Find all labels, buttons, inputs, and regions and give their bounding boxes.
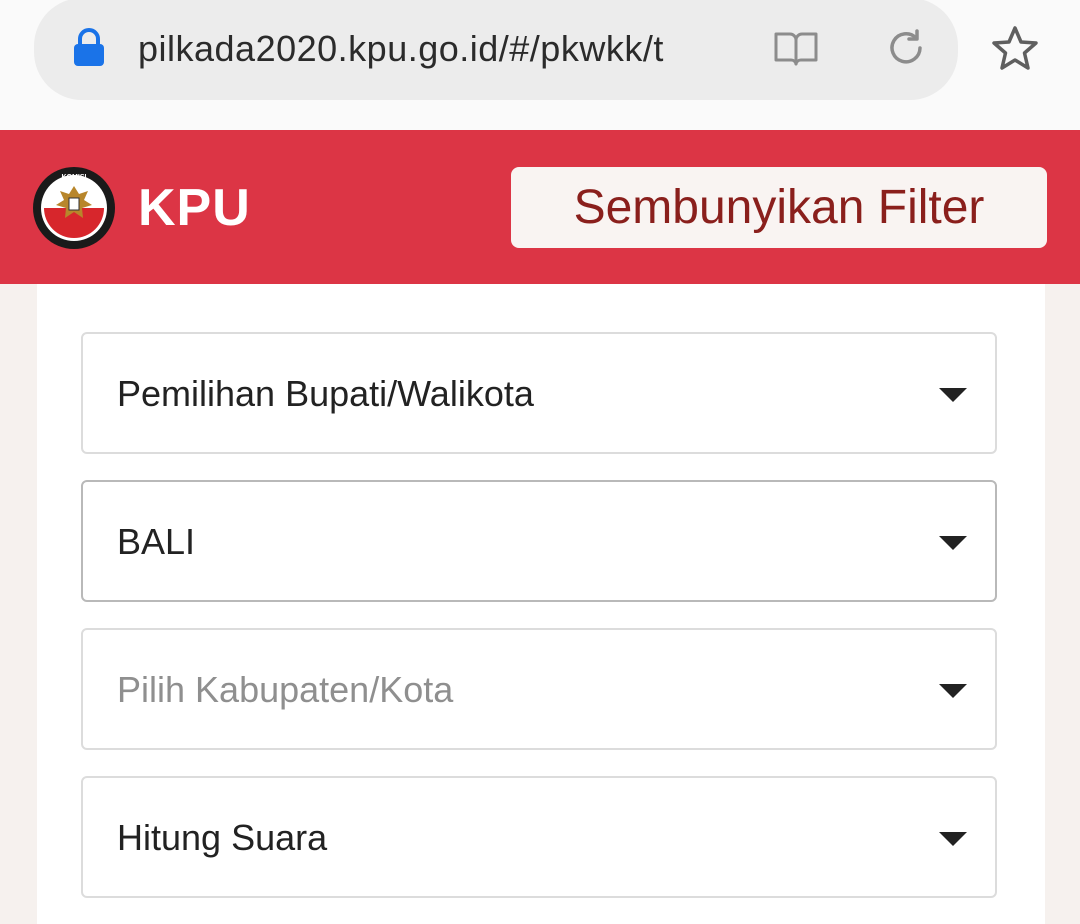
hide-filter-button[interactable]: Sembunyikan Filter [511,167,1047,248]
filter-panel: Pemilihan Bupati/Walikota BALI Pilih Kab… [37,284,1045,924]
chevron-down-icon [939,832,967,846]
reload-icon[interactable] [884,26,928,70]
brand-name[interactable]: KPU [138,178,251,238]
kpu-logo: KOMISI [33,167,115,249]
browser-toolbar: pilkada2020.kpu.go.id/#/pkwkk/t [0,0,1080,130]
chevron-down-icon [939,388,967,402]
view-type-value: Hitung Suara [117,817,328,858]
province-select[interactable]: BALI [81,480,997,602]
province-value: BALI [117,521,196,562]
view-type-select[interactable]: Hitung Suara [81,776,997,898]
election-type-select[interactable]: Pemilihan Bupati/Walikota [81,332,997,454]
svg-text:KOMISI: KOMISI [62,174,87,181]
site-header: KOMISI KPU Sembunyikan Filter [0,130,1080,284]
chevron-down-icon [939,536,967,550]
url-text[interactable]: pilkada2020.kpu.go.id/#/pkwkk/t [138,24,664,74]
election-type-value: Pemilihan Bupati/Walikota [117,373,534,414]
reader-mode-icon[interactable] [772,28,820,68]
bookmark-star-icon[interactable] [990,24,1040,74]
chevron-down-icon [939,684,967,698]
lock-icon [74,28,104,66]
address-bar[interactable]: pilkada2020.kpu.go.id/#/pkwkk/t [34,0,958,100]
regency-placeholder: Pilih Kabupaten/Kota [117,669,454,710]
regency-select[interactable]: Pilih Kabupaten/Kota [81,628,997,750]
